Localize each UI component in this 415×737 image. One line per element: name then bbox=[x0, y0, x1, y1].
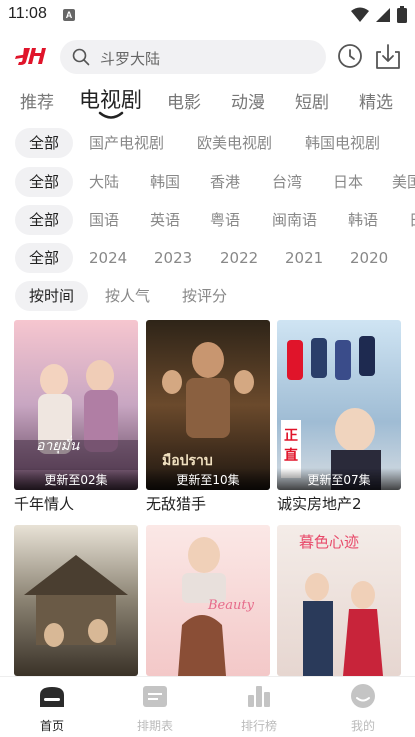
filter-chip[interactable]: 国语 bbox=[89, 205, 119, 235]
tab-short-drama[interactable]: 短剧 bbox=[295, 88, 329, 113]
status-bar: 11:08 A bbox=[0, 0, 415, 30]
svg-text:直: 直 bbox=[284, 447, 298, 464]
notification-icon: A bbox=[63, 9, 75, 21]
show-card[interactable] bbox=[14, 525, 138, 676]
nav-label: 首页 bbox=[39, 719, 64, 733]
filter-chip[interactable]: 2022 bbox=[220, 243, 258, 273]
nav-ranking[interactable]: 排行榜 bbox=[229, 683, 289, 734]
home-icon bbox=[40, 687, 64, 707]
filter-chip[interactable]: 2023 bbox=[154, 243, 192, 273]
header: 斗罗大陆 bbox=[0, 38, 415, 76]
poster-image: Beauty bbox=[146, 525, 270, 676]
show-card[interactable]: 正 直 更新至07集 bbox=[277, 320, 401, 490]
poster-image: 正 直 bbox=[277, 320, 401, 490]
filter-chip[interactable]: 按评分 bbox=[182, 281, 227, 311]
nav-schedule[interactable]: 排期表 bbox=[125, 683, 185, 734]
filter-chip[interactable]: 2020 bbox=[350, 243, 388, 273]
filter-chip[interactable]: 韩国 bbox=[150, 167, 180, 197]
battery-icon bbox=[397, 6, 407, 23]
svg-text:暮色心迹: 暮色心迹 bbox=[299, 533, 359, 551]
filter-row-language: 全部 国语 英语 粤语 闽南语 韩语 日 bbox=[0, 205, 415, 237]
svg-text:มือปราบ: มือปราบ bbox=[162, 453, 213, 469]
filter-chip[interactable]: 全部 bbox=[15, 128, 74, 158]
category-tabs: 推荐 电视剧 电影 动漫 短剧 精选 bbox=[0, 82, 415, 122]
status-time: 11:08 bbox=[8, 5, 47, 22]
svg-text:Beauty: Beauty bbox=[207, 598, 255, 613]
filter-chip[interactable]: 韩国电视剧 bbox=[305, 128, 380, 158]
poster-image: มือปราบ bbox=[146, 320, 270, 490]
search-icon bbox=[72, 48, 90, 66]
search-bar[interactable]: 斗罗大陆 bbox=[60, 40, 326, 74]
bottom-nav: 首页 排期表 排行榜 我的 bbox=[0, 676, 415, 737]
episode-badge: 更新至02集 bbox=[14, 468, 138, 490]
show-card[interactable]: 暮色心迹 bbox=[277, 525, 401, 676]
poster-image: อายุมั่น bbox=[14, 320, 138, 490]
filter-chip[interactable]: 全部 bbox=[15, 205, 74, 235]
filter-chip[interactable]: 台湾 bbox=[272, 167, 302, 197]
tab-featured[interactable]: 精选 bbox=[359, 88, 393, 113]
tab-anime[interactable]: 动漫 bbox=[231, 88, 265, 113]
filter-chip[interactable]: 国产电视剧 bbox=[89, 128, 164, 158]
nav-profile[interactable]: 我的 bbox=[333, 683, 393, 734]
show-title[interactable]: 诚实房地产2 bbox=[277, 493, 362, 514]
show-title[interactable]: 千年情人 bbox=[14, 493, 74, 514]
ranking-icon bbox=[248, 686, 270, 707]
show-card[interactable]: อายุมั่น 更新至02集 bbox=[14, 320, 138, 490]
show-card[interactable]: มือปราบ 更新至10集 bbox=[146, 320, 270, 490]
filter-chip[interactable]: 按时间 bbox=[15, 281, 89, 311]
filter-chip[interactable]: 大陆 bbox=[89, 167, 119, 197]
filter-chip[interactable]: 全部 bbox=[15, 167, 74, 197]
search-input[interactable]: 斗罗大陆 bbox=[100, 48, 160, 69]
show-title[interactable]: 无敌猎手 bbox=[146, 493, 206, 514]
filter-row-year: 全部 2024 2023 2022 2021 2020 bbox=[0, 243, 415, 275]
show-card[interactable]: Beauty bbox=[146, 525, 270, 676]
filter-chip[interactable]: 美国 bbox=[392, 167, 415, 197]
poster-image: 暮色心迹 bbox=[277, 525, 401, 676]
filter-chip[interactable]: 闽南语 bbox=[272, 205, 317, 235]
filter-chip[interactable]: 日本 bbox=[333, 167, 363, 197]
filter-row-genre: 全部 国产电视剧 欧美电视剧 韩国电视剧 bbox=[0, 128, 415, 160]
download-icon[interactable] bbox=[374, 43, 402, 71]
filter-chip[interactable]: 粤语 bbox=[210, 205, 240, 235]
nav-label: 我的 bbox=[350, 719, 375, 733]
profile-icon bbox=[351, 684, 375, 708]
active-tab-indicator bbox=[98, 111, 124, 119]
app-logo-icon[interactable] bbox=[14, 44, 48, 68]
history-icon[interactable] bbox=[337, 43, 363, 69]
filter-chip[interactable]: 2024 bbox=[89, 243, 127, 273]
tab-movie[interactable]: 电影 bbox=[167, 88, 201, 113]
filter-chip[interactable]: 英语 bbox=[150, 205, 180, 235]
episode-badge: 更新至07集 bbox=[277, 468, 401, 490]
svg-text:正: 正 bbox=[284, 428, 298, 444]
nav-label: 排行榜 bbox=[240, 719, 277, 733]
filter-chip[interactable]: 韩语 bbox=[348, 205, 378, 235]
filter-chip[interactable]: 香港 bbox=[210, 167, 240, 197]
filter-chip[interactable]: 全部 bbox=[15, 243, 74, 273]
nav-home[interactable]: 首页 bbox=[22, 683, 82, 734]
status-icons bbox=[351, 6, 407, 23]
filter-chip[interactable]: 2021 bbox=[285, 243, 323, 273]
episode-badge: 更新至10集 bbox=[146, 468, 270, 490]
svg-text:อายุมั่น: อายุมั่น bbox=[36, 435, 80, 454]
filter-row-sort: 按时间 按人气 按评分 bbox=[0, 281, 415, 313]
filter-chip[interactable]: 欧美电视剧 bbox=[197, 128, 272, 158]
signal-icon bbox=[376, 7, 390, 22]
filter-row-region: 全部 大陆 韩国 香港 台湾 日本 美国 bbox=[0, 167, 415, 199]
filter-chip[interactable]: 按人气 bbox=[105, 281, 150, 311]
wifi-icon bbox=[351, 7, 369, 22]
tab-recommend[interactable]: 推荐 bbox=[20, 88, 54, 113]
nav-label: 排期表 bbox=[136, 719, 173, 733]
schedule-icon bbox=[143, 686, 167, 707]
filter-chip[interactable]: 日 bbox=[409, 205, 415, 235]
poster-image bbox=[14, 525, 138, 676]
